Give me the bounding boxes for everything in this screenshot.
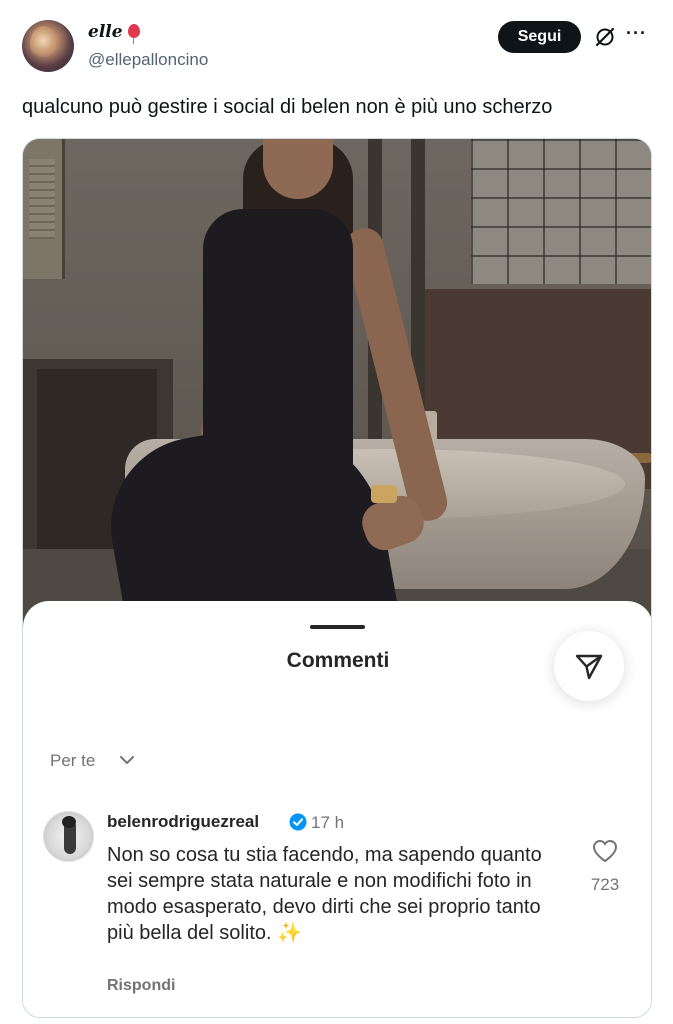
author-display-name[interactable]: elle <box>88 22 140 44</box>
comments-sheet: Commenti Per te belenrodriguezreal 17 h … <box>23 601 651 1017</box>
share-button[interactable] <box>554 631 624 701</box>
wall-frame <box>23 139 65 279</box>
chevron-down-icon[interactable] <box>119 754 135 766</box>
watch <box>371 485 397 503</box>
person <box>73 139 452 639</box>
comment-text: Non so cosa tu stia facendo, ma sapendo … <box>107 842 547 946</box>
reply-button[interactable]: Rispondi <box>107 977 175 995</box>
more-icon[interactable]: ··· <box>626 24 650 48</box>
author-handle[interactable]: @ellepalloncino <box>88 50 208 70</box>
send-icon <box>575 654 603 680</box>
glass-block-window <box>471 139 651 284</box>
verified-badge-icon <box>289 813 307 831</box>
tweet-header: elle @ellepalloncino Segui ··· <box>0 0 673 90</box>
balloon-emoji-icon <box>127 24 140 44</box>
comment-filter[interactable]: Per te <box>50 751 95 771</box>
sparkles-emoji: ✨ <box>277 922 303 944</box>
comment-time: 17 h <box>311 813 345 832</box>
photo-woman-on-bathtub <box>23 139 651 639</box>
tweet-text: qualcuno può gestire i social di belen n… <box>22 96 553 118</box>
comment-avatar[interactable] <box>43 811 94 862</box>
heart-icon[interactable] <box>592 839 618 863</box>
comment-username[interactable]: belenrodriguezreal <box>107 812 259 832</box>
display-name-text: elle <box>88 22 123 42</box>
black-dress <box>203 209 353 639</box>
tweet-media[interactable]: Commenti Per te belenrodriguezreal 17 h … <box>22 138 652 1018</box>
sheet-grabber[interactable] <box>310 625 365 629</box>
like-count: 723 <box>590 875 620 894</box>
comment-body: Non so cosa tu stia facendo, ma sapendo … <box>107 844 542 944</box>
follow-button[interactable]: Segui <box>498 21 581 53</box>
grok-icon[interactable] <box>594 26 616 48</box>
author-avatar[interactable] <box>22 20 74 72</box>
